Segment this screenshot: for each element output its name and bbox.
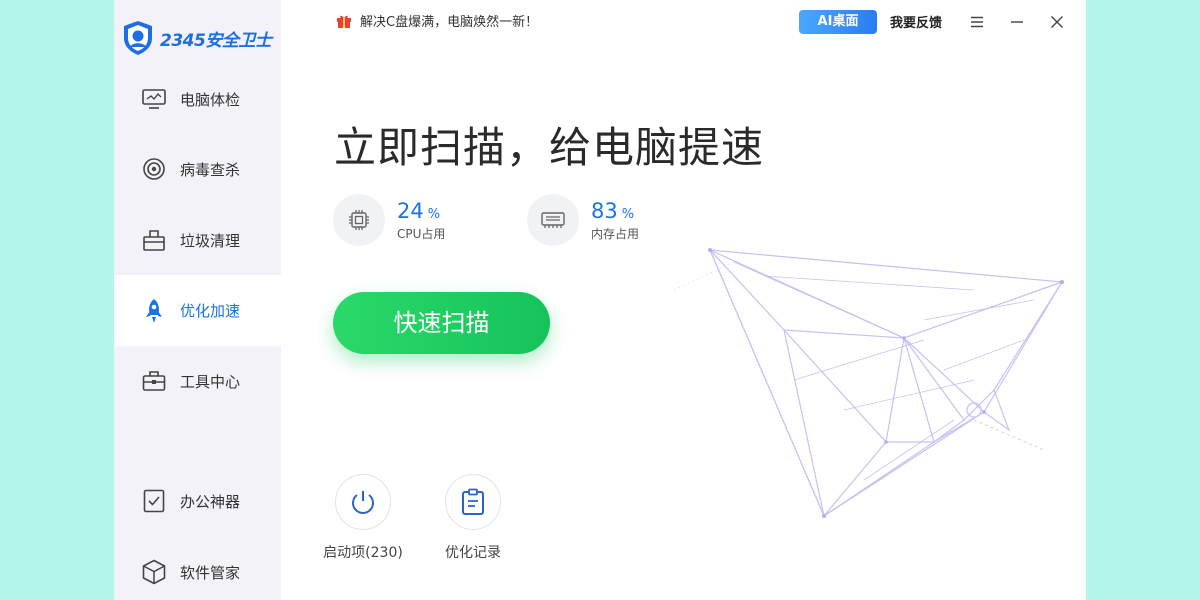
- office-icon: [141, 488, 167, 514]
- sidebar-item-optimize[interactable]: 优化加速: [114, 275, 281, 346]
- gift-icon: [337, 15, 351, 28]
- power-icon: [335, 474, 391, 530]
- quick-scan-button[interactable]: 快速扫描: [333, 292, 550, 354]
- minimize-icon[interactable]: [1005, 10, 1029, 34]
- sidebar-item-label: 办公神器: [180, 492, 241, 511]
- sidebar-item-tool-center[interactable]: 工具中心: [114, 346, 281, 416]
- sidebar-item-label: 优化加速: [180, 302, 241, 320]
- sidebar-item-label: 病毒查杀: [180, 160, 241, 179]
- feedback-link[interactable]: 我要反馈: [890, 12, 942, 31]
- cpu-usage-stat: 24% CPU占用: [333, 194, 445, 246]
- memory-usage-label: 内存占用: [591, 226, 640, 241]
- sidebar-item-label: 软件管家: [180, 563, 241, 582]
- target-icon: [141, 156, 167, 182]
- monitor-icon: [141, 86, 167, 112]
- memory-icon: [527, 194, 579, 246]
- shield-logo-icon: [124, 21, 152, 55]
- memory-usage-unit: %: [621, 206, 635, 222]
- cpu-chip-icon: [333, 194, 385, 246]
- sidebar-item-pc-checkup[interactable]: 电脑体检: [114, 64, 281, 134]
- cpu-usage-value: 24: [397, 198, 424, 223]
- page-headline: 立即扫描，给电脑提速: [334, 123, 765, 172]
- promo-banner[interactable]: 解决C盘爆满，电脑焕然一新！: [336, 11, 538, 30]
- startup-items-tool[interactable]: 启动项(230): [318, 474, 408, 562]
- promo-text: 解决C盘爆满，电脑焕然一新！: [360, 15, 539, 30]
- app-window: 2345安全卫士 电脑体检 病毒查杀 垃圾清理 优化加速 工具中心 办公神器 软…: [114, 0, 1086, 600]
- close-icon[interactable]: [1045, 10, 1069, 34]
- sidebar-item-virus-scan[interactable]: 病毒查杀: [114, 134, 281, 204]
- sidebar-item-label: 电脑体检: [180, 90, 241, 109]
- startup-items-label: 启动项(230): [323, 545, 403, 561]
- top-bar: 解决C盘爆满，电脑焕然一新！ AI桌面 我要反馈: [281, 0, 1086, 44]
- cpu-usage-label: CPU占用: [397, 226, 446, 241]
- sidebar-item-software-manager[interactable]: 软件管家: [114, 537, 281, 600]
- sidebar-item-junk-clean[interactable]: 垃圾清理: [114, 205, 281, 275]
- rocket-icon: [141, 298, 167, 324]
- paper-plane-illustration: [674, 248, 1064, 518]
- optimize-history-label: 优化记录: [445, 545, 501, 561]
- clipboard-icon: [445, 474, 501, 530]
- sidebar: 2345安全卫士 电脑体检 病毒查杀 垃圾清理 优化加速 工具中心 办公神器 软…: [114, 0, 281, 600]
- sidebar-item-label: 工具中心: [180, 372, 241, 391]
- ai-desktop-button[interactable]: AI桌面: [799, 10, 877, 34]
- app-logo: 2345安全卫士: [122, 20, 272, 56]
- optimize-history-tool[interactable]: 优化记录: [428, 474, 518, 562]
- memory-usage-value: 83: [591, 198, 618, 223]
- app-logo-text: 2345安全卫士: [160, 30, 272, 51]
- cpu-usage-unit: %: [427, 206, 441, 222]
- trash-basket-icon: [141, 227, 167, 253]
- sidebar-item-label: 垃圾清理: [180, 231, 241, 250]
- memory-usage-stat: 83% 内存占用: [527, 194, 639, 246]
- cube-icon: [141, 559, 167, 585]
- toolbox-icon: [141, 368, 167, 394]
- menu-icon[interactable]: [965, 10, 989, 34]
- sidebar-item-office-tools[interactable]: 办公神器: [114, 466, 281, 536]
